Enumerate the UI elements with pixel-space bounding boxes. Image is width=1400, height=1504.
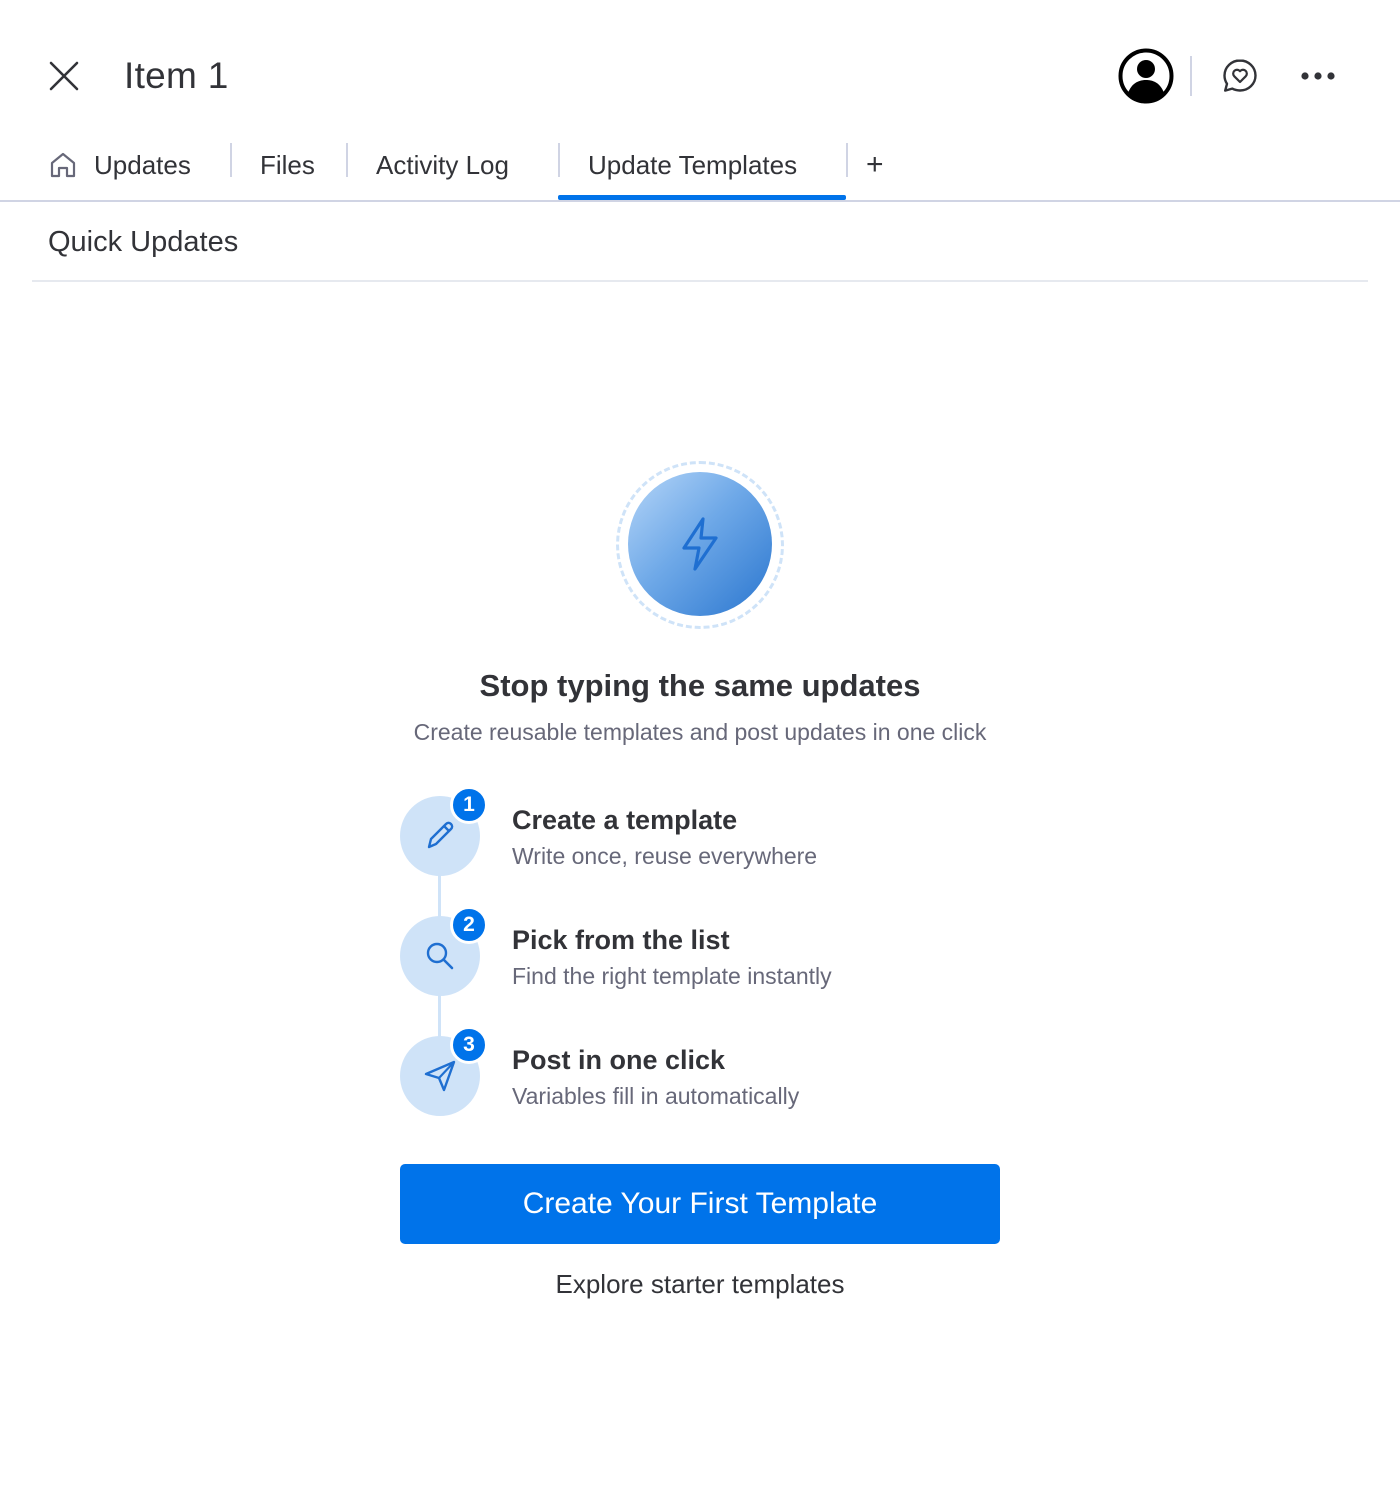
step-connector [438,994,441,1038]
step-1-title: Create a template [512,805,738,835]
section-title: Quick Updates [48,226,239,258]
step-connector [438,874,441,918]
tab-update-templates[interactable]: Update Templates [588,130,797,200]
home-icon [50,152,76,178]
header-divider [1190,56,1192,96]
user-avatar-button[interactable] [1118,48,1174,104]
step-3-title: Post in one click [512,1045,726,1075]
item-title: Item 1 [124,55,229,96]
hero-illustration [628,472,772,616]
explore-starter-templates-link[interactable]: Explore starter templates [0,1266,1400,1302]
conversation-button[interactable] [1216,52,1264,100]
step-3-desc: Variables fill in automatically [512,1083,800,1109]
add-tab-button[interactable]: + [866,130,884,200]
tab-updates[interactable]: Updates [48,130,191,200]
tab-divider [846,143,848,177]
step-1-desc: Write once, reuse everywhere [512,843,818,869]
empty-state-subline: Create reusable templates and post updat… [413,719,987,745]
step-2-desc: Find the right template instantly [512,963,832,989]
step-3-badge: 3 [450,1026,488,1064]
tab-files[interactable]: Files [260,130,315,200]
item-panel: Item 1 Updates Files Activity Log Update… [0,0,1400,1504]
tab-divider [558,143,560,177]
step-2-badge: 2 [450,906,488,944]
tab-updates-label: Updates [94,149,191,180]
add-tab-icon: + [866,148,884,181]
user-avatar-icon [1118,48,1174,104]
tab-divider [346,143,348,177]
panel-header: Item 1 [0,0,1400,130]
send-icon [424,1060,456,1092]
close-button[interactable] [40,52,88,100]
more-options-button[interactable] [1294,52,1342,100]
create-first-template-button[interactable]: Create Your First Template [400,1164,1000,1244]
step-2-title: Pick from the list [512,925,730,955]
chat-heart-icon [1223,59,1257,92]
pencil-icon [427,821,454,849]
tab-activity-log-label: Activity Log [376,149,509,180]
tab-update-templates-label: Update Templates [588,149,798,180]
step-1-badge: 1 [450,786,488,824]
tab-files-label: Files [260,149,315,180]
tab-divider [230,143,232,177]
more-horizontal-icon [1301,72,1335,80]
tabs-divider [0,200,1400,202]
empty-state-headline: Stop typing the same updates [479,668,921,703]
section-divider [32,280,1368,282]
close-icon [49,61,79,91]
tab-activity-log[interactable]: Activity Log [376,130,509,200]
active-tab-indicator [558,195,846,200]
search-icon [426,942,454,970]
lightning-icon [682,517,718,571]
